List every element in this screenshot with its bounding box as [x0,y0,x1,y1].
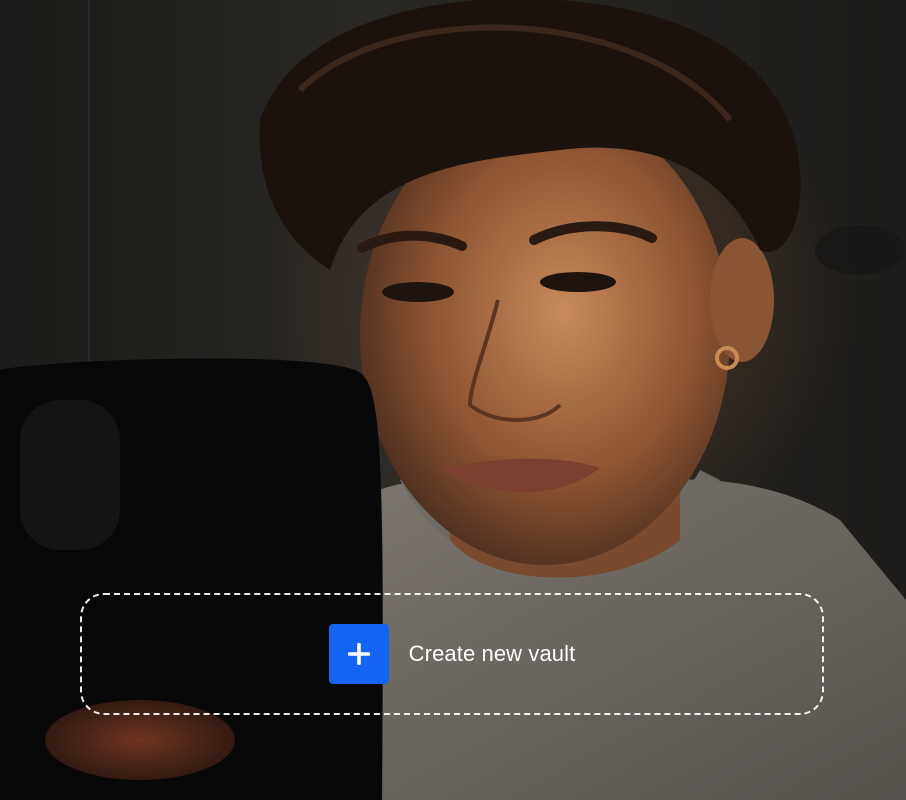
create-vault-content[interactable]: Create new vault [328,624,576,684]
create-vault-label[interactable]: Create new vault [409,641,576,667]
create-vault-dropzone[interactable]: Create new vault [80,593,824,715]
plus-icon [347,643,370,665]
hero-scene: Create new vault [0,0,906,800]
create-vault-button[interactable] [328,624,389,684]
